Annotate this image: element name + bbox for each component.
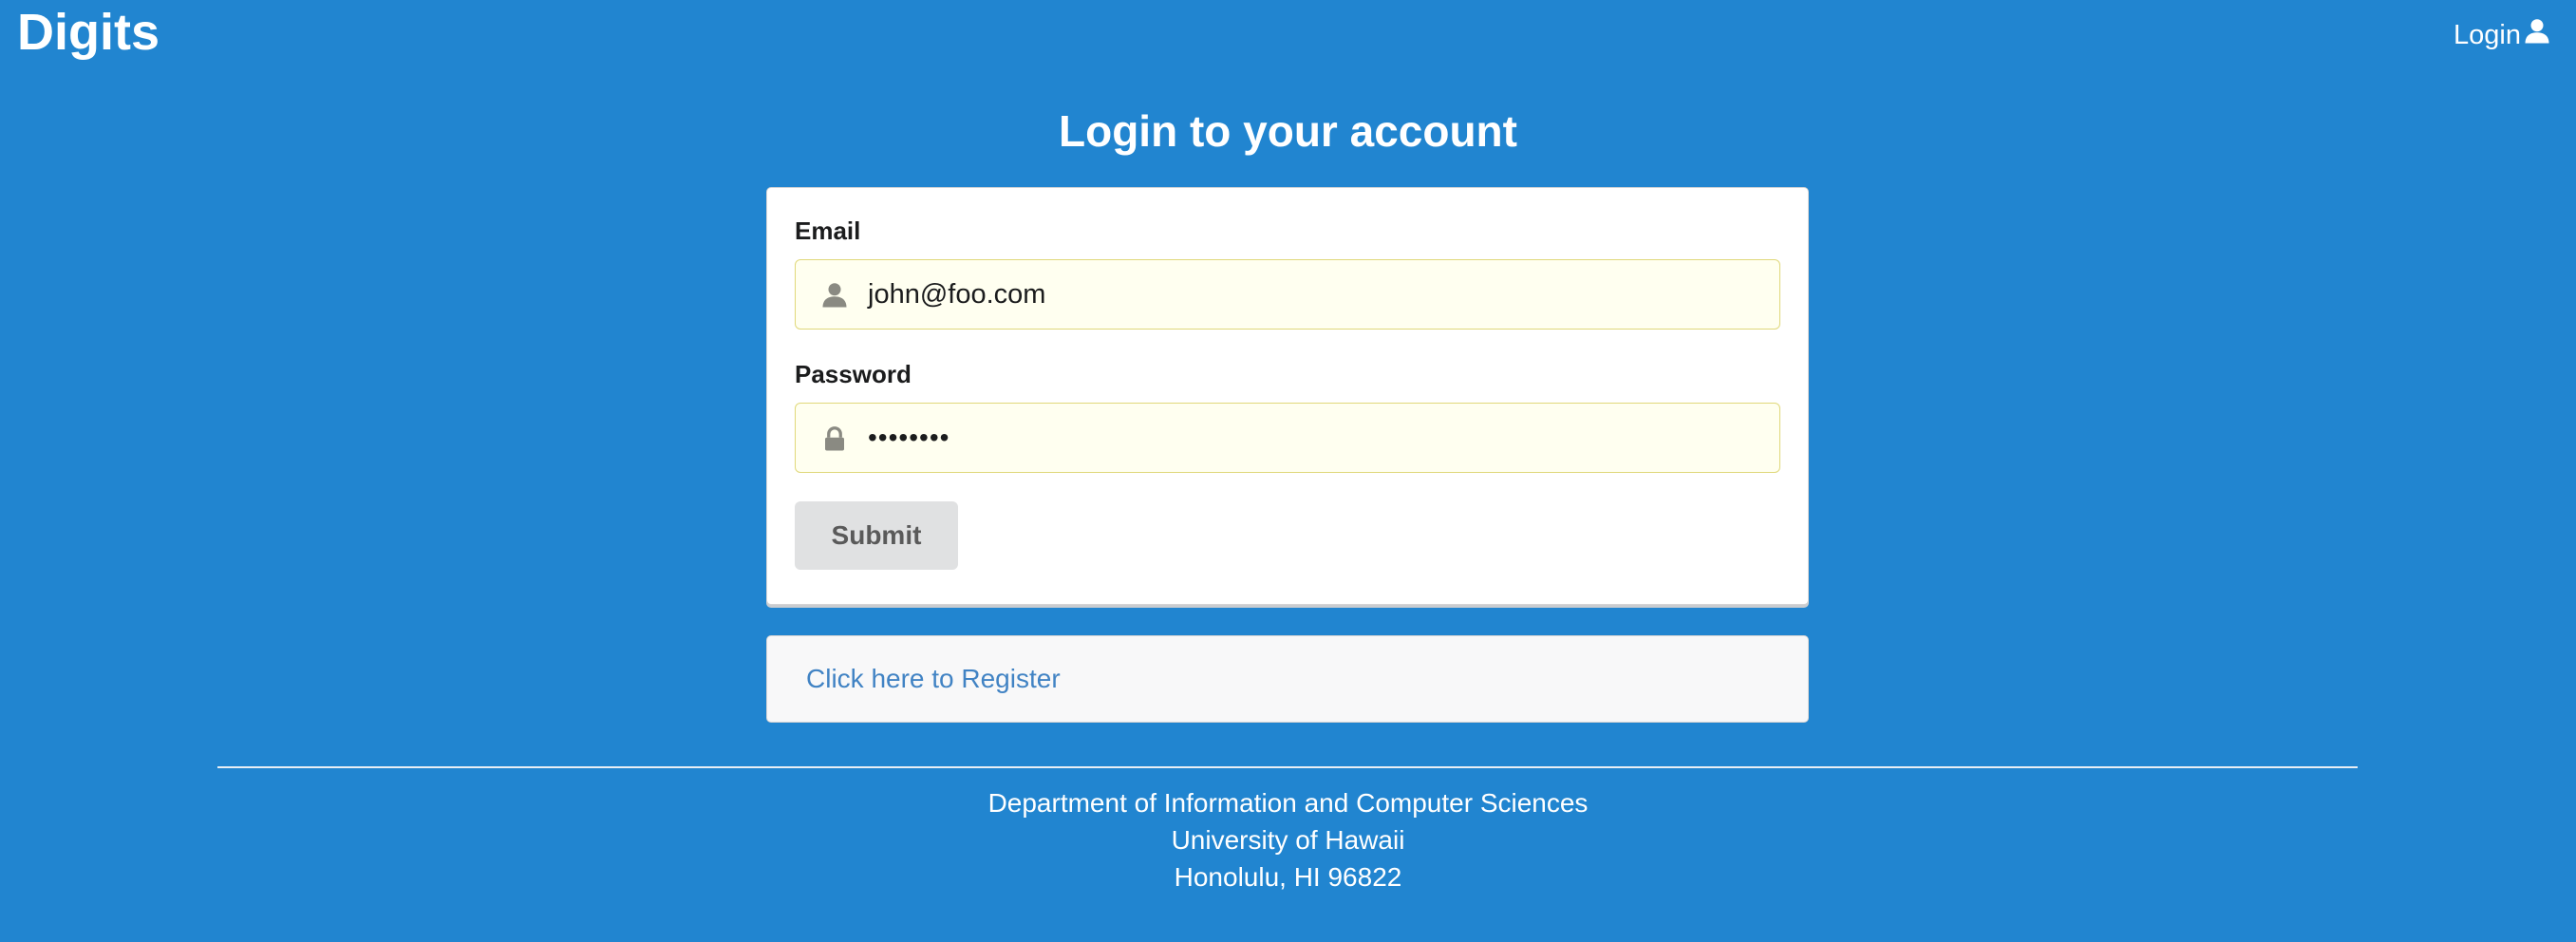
page-title: Login to your account bbox=[1059, 106, 1517, 156]
login-menu-link[interactable]: Login bbox=[2454, 17, 2551, 53]
footer-divider bbox=[217, 766, 2358, 768]
login-link-label: Login bbox=[2454, 19, 2521, 50]
email-label: Email bbox=[795, 217, 861, 245]
lock-icon bbox=[820, 424, 849, 453]
password-label: Password bbox=[795, 360, 912, 388]
register-link[interactable]: Click here to Register bbox=[806, 636, 1061, 722]
login-form-card: Email john@foo.com Password •••••••• Sub… bbox=[766, 187, 1809, 605]
submit-button[interactable]: Submit bbox=[795, 501, 958, 570]
footer-university: University of Hawaii bbox=[1171, 825, 1405, 855]
user-icon bbox=[820, 281, 849, 310]
password-field[interactable]: •••••••• bbox=[795, 403, 1780, 473]
footer-address: Honolulu, HI 96822 bbox=[1174, 862, 1402, 892]
footer-department: Department of Information and Computer S… bbox=[987, 788, 1589, 818]
footer: Department of Information and Computer S… bbox=[0, 784, 2576, 895]
email-value: john@foo.com bbox=[868, 279, 1046, 310]
user-icon bbox=[2523, 17, 2551, 53]
password-value: •••••••• bbox=[868, 423, 950, 452]
register-message-box: Click here to Register bbox=[766, 635, 1809, 723]
email-field[interactable]: john@foo.com bbox=[795, 259, 1780, 330]
brand-logo[interactable]: Digits bbox=[17, 2, 160, 63]
top-navbar: Digits Login bbox=[0, 0, 2576, 66]
